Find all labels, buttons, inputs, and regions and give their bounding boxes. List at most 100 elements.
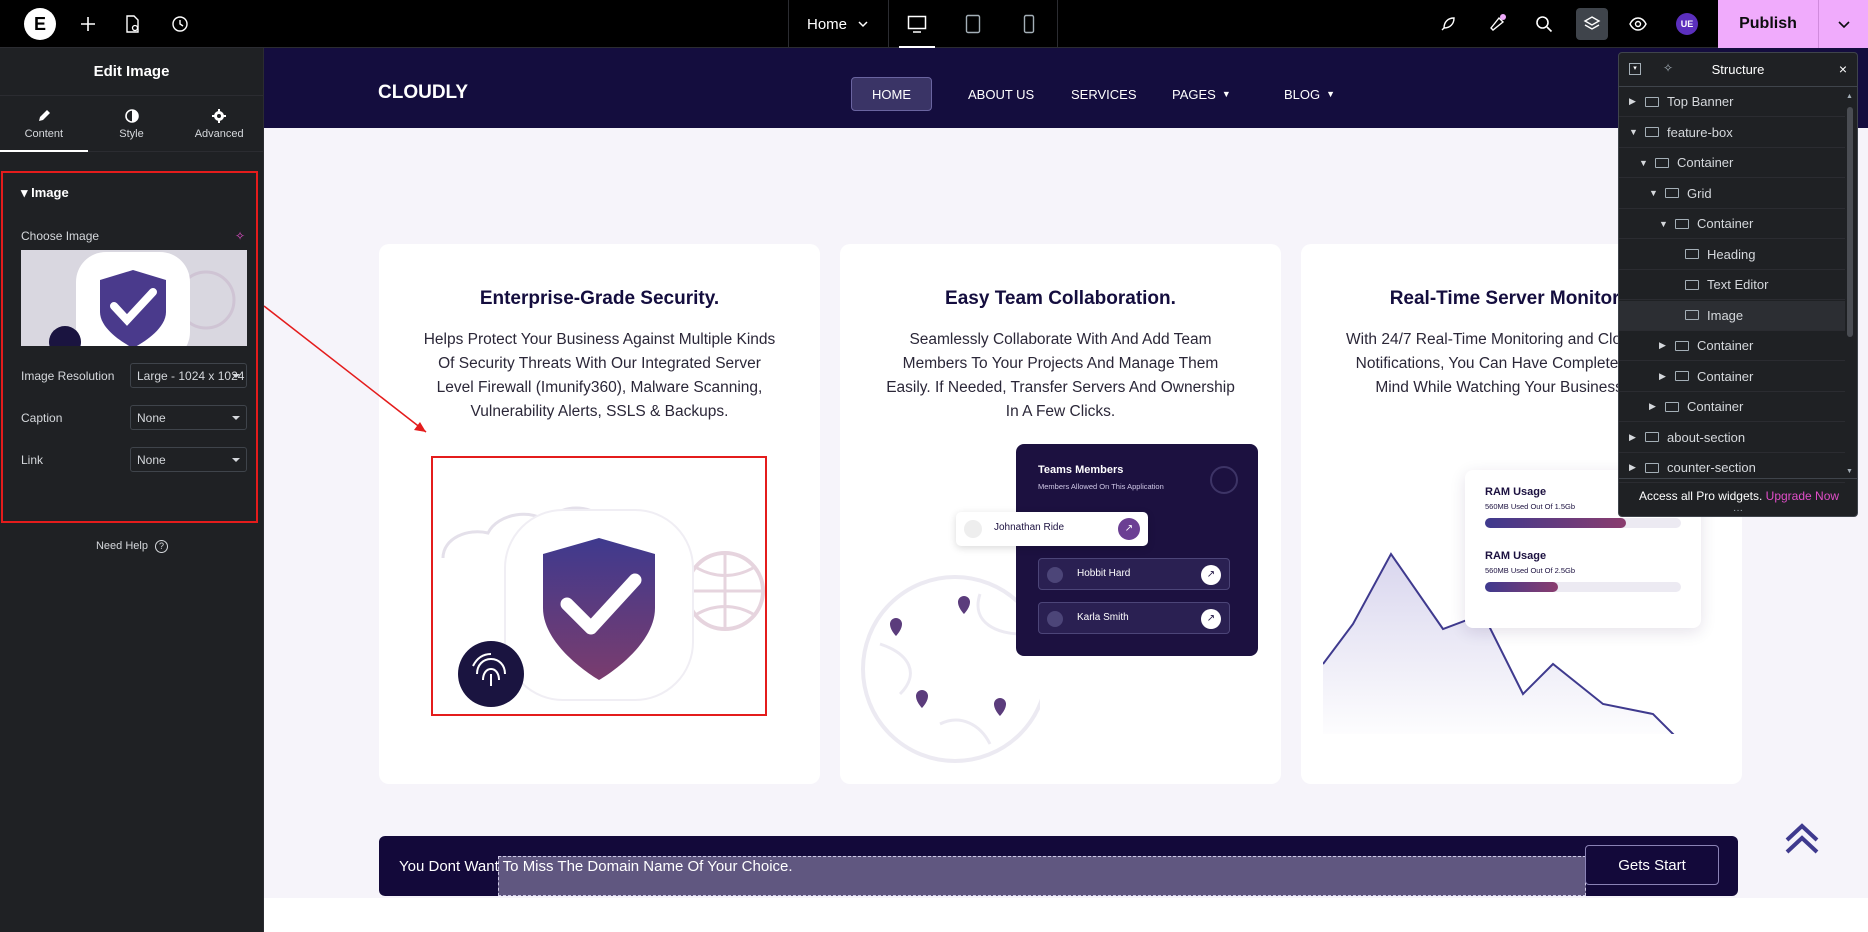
nav-services[interactable]: SERVICES: [1051, 77, 1157, 111]
structure-row[interactable]: ▶ Container: [1619, 392, 1845, 422]
structure-row[interactable]: ▼ Container: [1619, 148, 1845, 178]
upgrade-now-link[interactable]: Upgrade Now: [1766, 489, 1839, 503]
page-settings-icon[interactable]: [120, 12, 144, 36]
caption-label: Caption: [21, 411, 63, 425]
resolution-select[interactable]: Large - 1024 x 1024: [130, 363, 247, 388]
publish-button[interactable]: Publish: [1718, 0, 1818, 48]
user-avatar[interactable]: UE: [1676, 13, 1698, 35]
shield-thumbnail-icon: [49, 252, 236, 346]
resize-handle-icon[interactable]: ···: [1733, 505, 1743, 516]
user-icon: [1047, 567, 1063, 583]
element-type-icon: [1675, 340, 1689, 351]
structure-row-label: counter-section: [1667, 460, 1756, 475]
structure-row[interactable]: Text Editor: [1619, 270, 1845, 300]
tablet-view-button[interactable]: [945, 0, 1001, 48]
team-subtitle: Members Allowed On This Application: [1038, 482, 1164, 491]
structure-row[interactable]: ▼ feature-box: [1619, 118, 1845, 148]
member-row: Hobbit Hard ↗: [1038, 558, 1230, 590]
need-help-link[interactable]: Need Help ?: [0, 540, 264, 553]
mobile-view-button[interactable]: [1001, 0, 1057, 48]
chevron-down-icon: ▼: [1326, 89, 1336, 99]
tab-content[interactable]: Content: [0, 96, 88, 152]
nav-pages[interactable]: PAGES ▼: [1152, 77, 1251, 111]
elementor-logo-icon[interactable]: E: [24, 8, 56, 40]
ram-detail: 560MB Used Out Of 2.5Gb: [1485, 566, 1576, 575]
rocket-icon[interactable]: [1436, 12, 1460, 36]
structure-row-label: Grid: [1687, 185, 1712, 201]
link-select[interactable]: None: [130, 447, 247, 472]
gets-start-button[interactable]: Gets Start: [1585, 845, 1719, 885]
upgrade-footer: Access all Pro widgets. Upgrade Now ···: [1619, 478, 1857, 516]
site-brand[interactable]: CLOUDLY: [378, 82, 468, 104]
need-help-label: Need Help: [95, 540, 148, 552]
ram-bar-fill: [1485, 582, 1558, 592]
caption-select[interactable]: None: [130, 405, 247, 430]
structure-scrollbar[interactable]: ▲ ▼: [1843, 87, 1857, 477]
arrow-up-right-icon[interactable]: ↗: [1201, 609, 1221, 629]
arrow-up-right-icon[interactable]: ↗: [1201, 565, 1221, 585]
caret-down-icon[interactable]: ▼: [1649, 188, 1659, 198]
ai-sparkle-icon[interactable]: ✧: [1663, 61, 1673, 75]
caret-down-icon[interactable]: ▼: [1639, 158, 1649, 168]
page-name: Home: [807, 15, 848, 33]
ram-detail: 560MB Used Out Of 1.5Gb: [1485, 502, 1576, 511]
selected-image-widget[interactable]: [431, 456, 767, 716]
help-circle-icon: ?: [155, 540, 169, 553]
structure-panel: ▾ ✧ Structure × ▶ Top Banner ▼ feature-box ▼…: [1618, 52, 1858, 517]
tab-style[interactable]: Style: [88, 96, 176, 151]
close-icon[interactable]: ×: [1839, 61, 1847, 77]
feature-card-collaboration: Easy Team Collaboration. Seamlessly Coll…: [840, 244, 1281, 784]
structure-row[interactable]: ▶ Top Banner: [1619, 87, 1845, 117]
caret-down-icon[interactable]: ▼: [1629, 127, 1639, 137]
caret-right-icon[interactable]: ▶: [1629, 96, 1639, 107]
image-preview[interactable]: [21, 250, 247, 346]
member-row: Karla Smith ↗: [1038, 602, 1230, 634]
team-members-card: Teams Members Members Allowed On This Ap…: [1016, 444, 1258, 656]
structure-header: ▾ ✧ Structure ×: [1619, 53, 1857, 87]
caret-right-icon[interactable]: ▶: [1659, 340, 1669, 351]
ai-sparkle-icon[interactable]: ✧: [235, 229, 245, 243]
collapse-all-icon[interactable]: ▾: [1629, 63, 1641, 75]
scroll-to-top-icon[interactable]: [1784, 818, 1820, 858]
add-element-icon[interactable]: [76, 12, 100, 36]
notifications-icon[interactable]: [1485, 12, 1509, 36]
structure-row[interactable]: ▶ Container: [1619, 362, 1845, 392]
member-row-highlighted: Johnathan Ride ↗: [956, 512, 1148, 546]
page-selector[interactable]: Home: [789, 0, 889, 48]
element-type-icon: [1655, 157, 1669, 168]
caret-right-icon[interactable]: ▶: [1649, 401, 1659, 412]
tab-label: Advanced: [194, 127, 244, 140]
structure-row[interactable]: ▶ Container: [1619, 331, 1845, 361]
structure-row[interactable]: Heading: [1619, 240, 1845, 270]
scroll-up-icon[interactable]: ▲: [1846, 93, 1853, 100]
caret-right-icon[interactable]: ▶: [1629, 432, 1639, 443]
banner-text: You Dont Want To Miss The Domain Name Of…: [399, 858, 793, 875]
tablet-icon: [965, 14, 981, 34]
section-toggle[interactable]: ▾ Image: [21, 185, 69, 201]
caret-down-icon[interactable]: ▼: [1659, 219, 1669, 229]
scroll-down-icon[interactable]: ▼: [1846, 468, 1853, 475]
tab-advanced[interactable]: Advanced: [175, 96, 263, 151]
globe-map-icon: [861, 575, 1040, 763]
structure-row[interactable]: ▼ Grid: [1619, 179, 1845, 209]
card-title: Enterprise-Grade Security.: [479, 288, 720, 309]
structure-row[interactable]: ▶ about-section: [1619, 423, 1845, 453]
scrollbar-thumb[interactable]: [1847, 107, 1853, 337]
chevron-down-icon: [858, 21, 868, 28]
preview-eye-icon[interactable]: [1626, 12, 1650, 36]
structure-row[interactable]: Image: [1619, 300, 1845, 331]
nav-about[interactable]: ABOUT US: [948, 77, 1054, 111]
structure-layers-icon[interactable]: [1576, 8, 1608, 40]
structure-row-label: Container: [1697, 368, 1754, 384]
nav-home[interactable]: HOME: [851, 77, 932, 111]
caret-right-icon[interactable]: ▶: [1659, 371, 1669, 382]
nav-blog[interactable]: BLOG ▼: [1264, 77, 1355, 111]
caret-right-icon[interactable]: ▶: [1629, 462, 1639, 473]
arrow-up-right-icon[interactable]: ↗: [1118, 518, 1140, 540]
structure-row[interactable]: ▼ Container: [1619, 209, 1845, 239]
desktop-view-button[interactable]: [889, 0, 945, 48]
desktop-icon: [907, 15, 927, 33]
search-icon[interactable]: [1532, 12, 1556, 36]
history-icon[interactable]: [168, 12, 192, 36]
publish-options-button[interactable]: [1818, 0, 1868, 48]
